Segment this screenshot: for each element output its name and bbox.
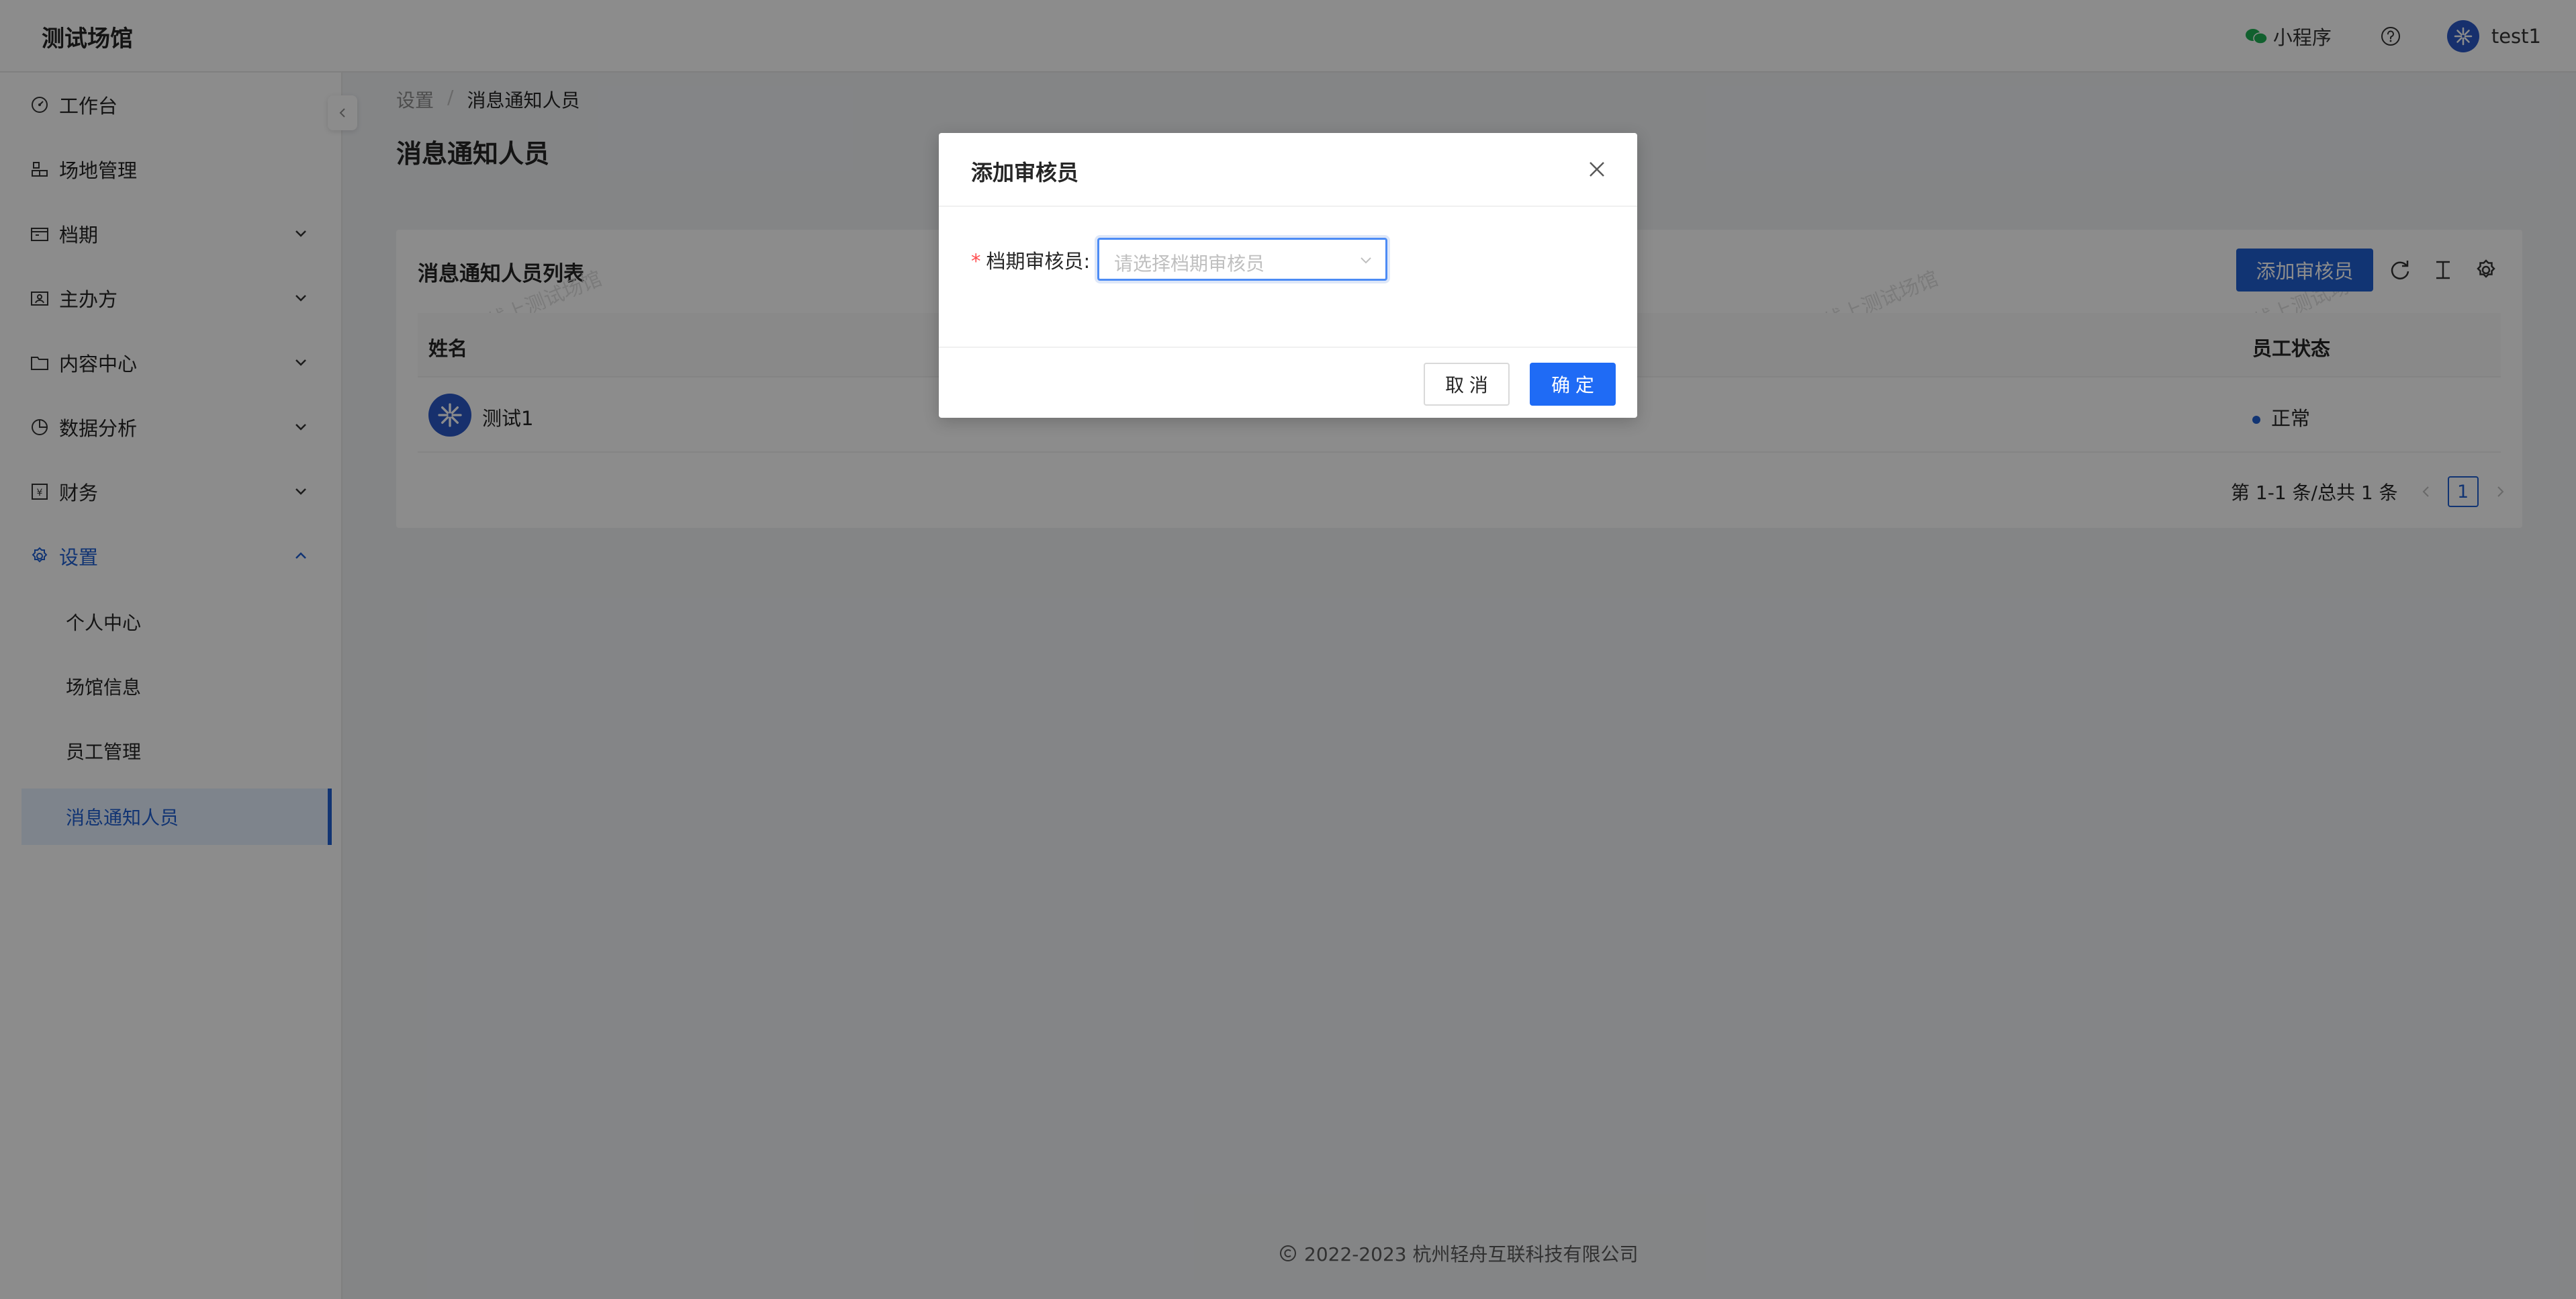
modal-footer: 取 消 确 定 bbox=[939, 347, 1637, 418]
label-colon: : bbox=[1083, 250, 1091, 273]
modal-header: 添加审核员 bbox=[939, 133, 1637, 207]
reviewer-select[interactable]: 请选择档期审核员 bbox=[1097, 238, 1387, 281]
close-icon[interactable] bbox=[1585, 157, 1609, 181]
modal-title: 添加审核员 bbox=[971, 160, 1079, 185]
chevron-down-icon bbox=[1361, 257, 1371, 264]
app-root: 测试场馆 小程序 test1 工作台 场地管理 档期 主办方 内容中心 数据分析… bbox=[0, 0, 2576, 1299]
add-reviewer-modal: 添加审核员 * 档期审核员: 请选择档期审核员 取 消 确 定 bbox=[939, 133, 1637, 418]
required-mark: * bbox=[971, 250, 981, 273]
reviewer-label-text: 档期审核员 bbox=[986, 250, 1084, 273]
cancel-button[interactable]: 取 消 bbox=[1424, 363, 1510, 406]
select-placeholder: 请选择档期审核员 bbox=[1114, 253, 1265, 275]
confirm-button[interactable]: 确 定 bbox=[1530, 363, 1616, 406]
reviewer-field-label: * 档期审核员: bbox=[971, 246, 1090, 274]
